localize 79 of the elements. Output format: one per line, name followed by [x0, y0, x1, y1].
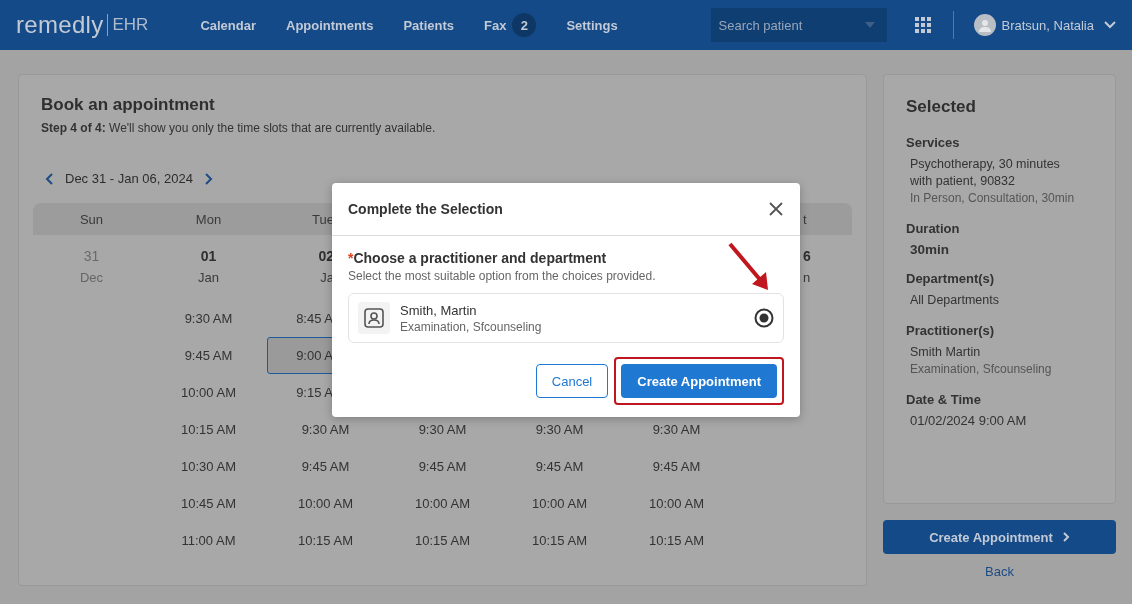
- summary-value: All Departments: [910, 292, 1000, 309]
- apps-grid-icon[interactable]: [914, 17, 931, 33]
- time-slot[interactable]: 9:30 AM: [501, 411, 618, 448]
- avatar-icon[interactable]: [973, 14, 996, 36]
- weekday-label: Sun: [79, 211, 104, 227]
- time-slot[interactable]: 10:15 AM: [384, 522, 501, 559]
- hint-text: Select the most suitable option from the choices provided.: [348, 269, 657, 283]
- nav-link[interactable]: Calendar: [200, 17, 256, 33]
- nav-link[interactable]: Appointments: [286, 17, 374, 33]
- practitioner-name: Smith, Martin: [400, 302, 478, 318]
- time-slot[interactable]: 10:00 AM: [150, 374, 267, 411]
- logo: remedly: [16, 11, 104, 39]
- panel-title: Selected: [906, 97, 977, 117]
- summary-value: In Person, Consultation, 30min: [910, 190, 1076, 207]
- summary-value: 01/02/2024 9:00 AM: [910, 413, 1028, 428]
- nav-link[interactable]: Fax: [484, 17, 507, 33]
- section-label: Date & Time: [906, 392, 982, 407]
- time-slot[interactable]: 10:00 AM: [618, 485, 735, 522]
- count-badge: 2: [512, 13, 537, 37]
- chevron-right-icon: [1062, 532, 1070, 542]
- create-appointment-button[interactable]: Create Appointment: [621, 364, 777, 398]
- section-label: Duration: [906, 221, 961, 236]
- nav-link[interactable]: Settings: [566, 17, 618, 33]
- search-field[interactable]: Search patient: [710, 8, 887, 42]
- radio-button[interactable]: [754, 308, 774, 328]
- summary-value: Examination, Sfcounseling: [910, 361, 1053, 378]
- time-slot[interactable]: 10:15 AM: [618, 522, 735, 559]
- card-title: Book an appointment: [41, 95, 216, 115]
- time-slot[interactable]: 11:00 AM: [150, 522, 267, 559]
- dialog-title: Complete the Selection: [348, 201, 503, 217]
- time-slot[interactable]: 9:30 AM: [267, 411, 384, 448]
- section-label: Department(s): [906, 271, 996, 286]
- time-slot[interactable]: 9:30 AM: [618, 411, 735, 448]
- time-slot[interactable]: 10:15 AM: [267, 522, 384, 559]
- practitioner-detail: Examination, Sfcounseling: [400, 319, 542, 334]
- cancel-button[interactable]: Cancel: [535, 364, 609, 398]
- time-slot[interactable]: 9:45 AM: [150, 337, 267, 374]
- time-slot[interactable]: 9:15 A: [267, 374, 384, 411]
- step-text: Step 4 of 4: We'll show you only the time slots that are currently available.: [41, 121, 437, 135]
- contact-card-icon: [358, 302, 390, 334]
- weekday-label: Mon: [195, 211, 222, 227]
- caret-icon: [864, 22, 875, 28]
- month-label: Dec: [79, 269, 104, 285]
- time-slot[interactable]: 10:45 AM: [150, 485, 267, 522]
- day-number: 31: [83, 247, 100, 264]
- day-number: 6: [803, 247, 811, 264]
- time-slot[interactable]: 9:45 AM: [618, 448, 735, 485]
- logo-suffix: EHR: [112, 15, 149, 35]
- chevron-right-icon[interactable]: [204, 172, 213, 185]
- back-link[interactable]: Back: [985, 564, 1014, 579]
- time-slot[interactable]: 9:30 AM: [384, 411, 501, 448]
- summary-value: Psychotherapy, 30 minutes with patient, 90832: [910, 156, 1061, 190]
- day-number: 01: [200, 247, 217, 264]
- month-label: n: [803, 269, 811, 285]
- summary-value: Smith Martin: [910, 344, 982, 361]
- section-label: Services: [906, 135, 961, 150]
- time-slot[interactable]: 9:45 AM: [384, 448, 501, 485]
- month-label: Jan: [198, 269, 219, 285]
- time-slot[interactable]: 10:00 AM: [501, 485, 618, 522]
- section-label: Practitioner(s): [906, 323, 996, 338]
- time-slot[interactable]: 9:30 AM: [150, 300, 267, 337]
- time-slot[interactable]: 10:30 AM: [150, 448, 267, 485]
- prompt-label: *Choose a practitioner and department: [348, 250, 608, 266]
- weekday-label: t: [803, 211, 807, 227]
- time-slot[interactable]: 9:45 AM: [501, 448, 618, 485]
- nav-link[interactable]: Patients: [403, 17, 454, 33]
- time-slot[interactable]: 9:45 AM: [267, 448, 384, 485]
- time-slot[interactable]: 10:00 AM: [384, 485, 501, 522]
- chevron-left-icon[interactable]: [45, 172, 53, 185]
- time-slot[interactable]: 10:00 AM: [267, 485, 384, 522]
- date-range: Dec 31 - Jan 06, 2024: [65, 171, 193, 186]
- chevron-down-icon[interactable]: [1104, 21, 1116, 29]
- close-icon[interactable]: [768, 201, 784, 217]
- create-appointment-button[interactable]: Create Appointment: [883, 520, 1116, 554]
- time-slot[interactable]: 10:15 AM: [150, 411, 267, 448]
- summary-value: 30min: [910, 242, 951, 257]
- practitioner-option[interactable]: Smith, Martin Examination, Sfcounseling: [348, 293, 784, 343]
- time-slot[interactable]: 10:15 AM: [501, 522, 618, 559]
- user-name[interactable]: Bratsun, Natalia: [1001, 17, 1094, 33]
